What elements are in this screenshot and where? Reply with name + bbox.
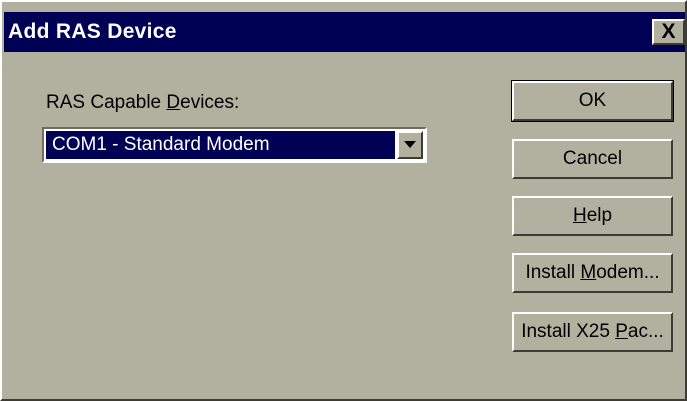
install-modem-label-pre: Install bbox=[525, 262, 581, 283]
install-x25-pad-button[interactable]: Install X25 Pac... bbox=[512, 312, 673, 352]
help-button[interactable]: Help bbox=[512, 196, 673, 236]
install-modem-label-post: odem... bbox=[596, 262, 660, 283]
install-modem-access-key: M bbox=[580, 262, 597, 283]
ok-button[interactable]: OK bbox=[511, 80, 674, 122]
close-icon: X bbox=[661, 20, 676, 43]
close-button[interactable]: X bbox=[652, 19, 685, 45]
install-x25-access-key: P bbox=[615, 321, 628, 342]
title-bar[interactable]: Add RAS Device X bbox=[4, 12, 685, 52]
dialog-title: Add RAS Device bbox=[8, 20, 177, 43]
help-access-key: H bbox=[572, 205, 587, 226]
install-x25-label-post: ac... bbox=[627, 321, 664, 342]
help-label: elp bbox=[586, 205, 613, 226]
add-ras-device-dialog: Add RAS Device X RAS Capable Devices: CO… bbox=[0, 0, 687, 401]
label-access-key: D bbox=[166, 92, 181, 113]
label-text-pre: RAS Capable bbox=[46, 92, 167, 113]
ras-capable-devices-label: RAS Capable Devices: bbox=[46, 92, 239, 114]
devices-dropdown-value[interactable]: COM1 - Standard Modem bbox=[46, 131, 395, 159]
label-text-post: evices: bbox=[180, 92, 240, 113]
cancel-button[interactable]: Cancel bbox=[512, 139, 673, 179]
devices-dropdown[interactable]: COM1 - Standard Modem bbox=[42, 127, 427, 163]
install-modem-button[interactable]: Install Modem... bbox=[512, 253, 673, 293]
install-x25-label-pre: Install X25 bbox=[521, 321, 616, 342]
chevron-down-icon[interactable] bbox=[397, 131, 423, 159]
